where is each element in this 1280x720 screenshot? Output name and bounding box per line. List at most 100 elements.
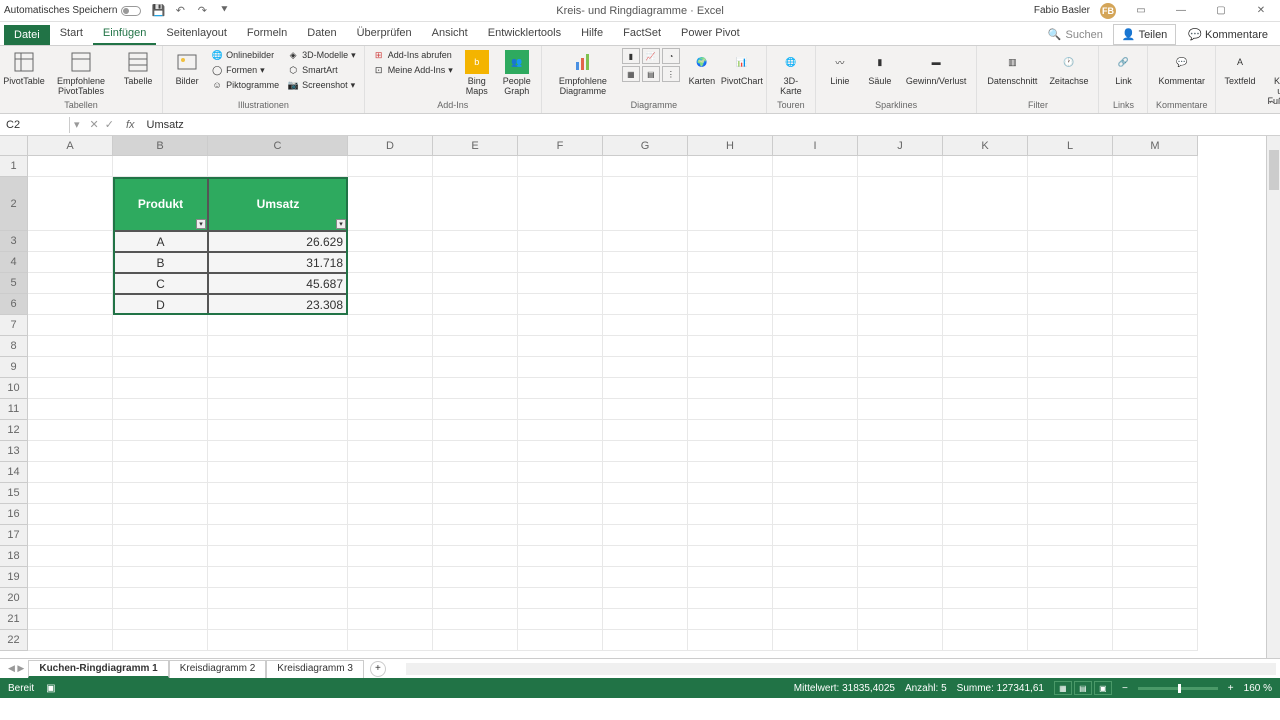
cell[interactable] — [688, 546, 773, 567]
maps-button[interactable]: 🌍Karten — [684, 48, 720, 88]
sheet-tab[interactable]: Kreisdiagramm 2 — [169, 660, 267, 678]
row-header-21[interactable]: 21 — [0, 609, 28, 630]
cell[interactable] — [208, 420, 348, 441]
column-header-J[interactable]: J — [858, 136, 943, 156]
cell[interactable] — [773, 630, 858, 651]
shapes-button[interactable]: ◯Formen ▾ — [209, 63, 281, 77]
cell[interactable] — [518, 177, 603, 231]
cell[interactable] — [603, 177, 688, 231]
cell[interactable] — [1028, 231, 1113, 252]
cell[interactable] — [1028, 177, 1113, 231]
column-header-G[interactable]: G — [603, 136, 688, 156]
cell[interactable] — [28, 567, 113, 588]
cell[interactable] — [28, 231, 113, 252]
cell[interactable] — [858, 588, 943, 609]
table-cell-product[interactable]: A — [113, 231, 208, 252]
cell[interactable] — [518, 441, 603, 462]
cell[interactable] — [28, 357, 113, 378]
cell[interactable] — [208, 357, 348, 378]
cell[interactable] — [858, 441, 943, 462]
cell[interactable] — [773, 294, 858, 315]
cell[interactable] — [943, 231, 1028, 252]
cell[interactable] — [28, 420, 113, 441]
cell[interactable] — [688, 462, 773, 483]
tab-factset[interactable]: FactSet — [613, 23, 671, 45]
cell[interactable] — [1113, 378, 1198, 399]
fx-icon[interactable]: fx — [120, 119, 141, 131]
cell[interactable] — [943, 525, 1028, 546]
cell[interactable] — [518, 483, 603, 504]
cell[interactable] — [943, 399, 1028, 420]
screenshot-button[interactable]: 📷Screenshot ▾ — [285, 78, 358, 92]
cell[interactable] — [773, 567, 858, 588]
cell[interactable] — [113, 441, 208, 462]
cell[interactable] — [518, 546, 603, 567]
row-header-18[interactable]: 18 — [0, 546, 28, 567]
cell[interactable] — [858, 546, 943, 567]
cell[interactable] — [1113, 357, 1198, 378]
cell[interactable] — [1028, 294, 1113, 315]
cell[interactable] — [688, 483, 773, 504]
cell[interactable] — [1113, 336, 1198, 357]
cell[interactable] — [603, 315, 688, 336]
cell[interactable] — [943, 441, 1028, 462]
cell[interactable] — [603, 525, 688, 546]
cell[interactable] — [603, 336, 688, 357]
row-header-13[interactable]: 13 — [0, 441, 28, 462]
cell[interactable] — [773, 420, 858, 441]
column-header-B[interactable]: B — [113, 136, 208, 156]
cell[interactable] — [858, 294, 943, 315]
line-chart-icon[interactable]: 📈 — [642, 48, 660, 64]
cell[interactable] — [1028, 525, 1113, 546]
link-button[interactable]: 🔗Link — [1105, 48, 1141, 88]
cell[interactable] — [688, 252, 773, 273]
cell[interactable] — [603, 273, 688, 294]
bing-maps-button[interactable]: bBing Maps — [459, 48, 495, 98]
cell[interactable] — [773, 231, 858, 252]
cell[interactable] — [688, 504, 773, 525]
cell[interactable] — [113, 378, 208, 399]
cell[interactable] — [1113, 273, 1198, 294]
row-header-15[interactable]: 15 — [0, 483, 28, 504]
search-box[interactable]: 🔍 Suchen — [1042, 26, 1109, 43]
cell[interactable] — [28, 273, 113, 294]
cell[interactable] — [28, 588, 113, 609]
cell[interactable] — [858, 273, 943, 294]
add-sheet-button[interactable]: + — [370, 661, 386, 677]
cell[interactable] — [943, 588, 1028, 609]
cell[interactable] — [1113, 399, 1198, 420]
cell[interactable] — [858, 357, 943, 378]
comment-button[interactable]: 💬Kommentar — [1154, 48, 1209, 88]
cell[interactable] — [518, 273, 603, 294]
cell[interactable] — [518, 525, 603, 546]
cell[interactable] — [348, 441, 433, 462]
record-macro-icon[interactable]: ▣ — [46, 683, 55, 694]
cell[interactable] — [858, 336, 943, 357]
cell[interactable] — [433, 567, 518, 588]
my-addins-button[interactable]: ⊡Meine Add-Ins ▾ — [371, 63, 455, 77]
cell[interactable] — [1028, 462, 1113, 483]
cell[interactable] — [1113, 546, 1198, 567]
cell[interactable] — [113, 546, 208, 567]
vertical-scrollbar[interactable] — [1266, 136, 1280, 658]
cell[interactable] — [603, 156, 688, 177]
cell[interactable] — [28, 483, 113, 504]
cell[interactable] — [603, 231, 688, 252]
cell[interactable] — [943, 177, 1028, 231]
cell[interactable] — [28, 399, 113, 420]
cell[interactable] — [943, 156, 1028, 177]
row-header-2[interactable]: 2 — [0, 177, 28, 231]
cell[interactable] — [603, 567, 688, 588]
cell[interactable] — [1028, 483, 1113, 504]
cell[interactable] — [518, 315, 603, 336]
cell[interactable] — [1028, 546, 1113, 567]
cell[interactable] — [1113, 609, 1198, 630]
cell[interactable] — [773, 462, 858, 483]
cell[interactable] — [603, 483, 688, 504]
cell[interactable] — [1113, 294, 1198, 315]
table-cell-umsatz[interactable]: 23.308 — [208, 294, 348, 315]
cell[interactable] — [603, 399, 688, 420]
cell[interactable] — [773, 441, 858, 462]
cell[interactable] — [688, 231, 773, 252]
redo-icon[interactable]: ↷ — [195, 4, 209, 18]
